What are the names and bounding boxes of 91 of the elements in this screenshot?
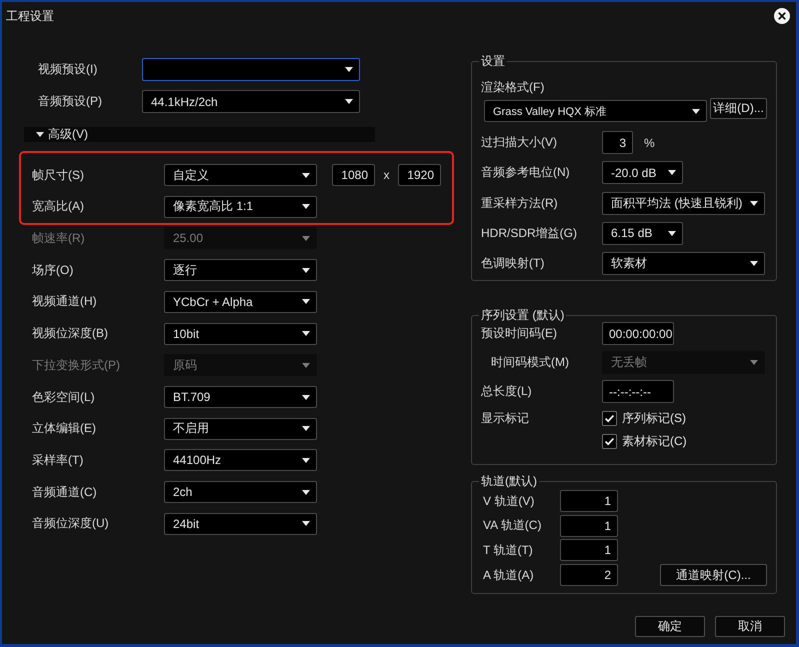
dropdown[interactable]: 44.1kHz/2ch	[142, 90, 360, 113]
caret-icon	[302, 521, 310, 526]
caret-icon	[302, 458, 310, 463]
dropdown[interactable]: BT.709	[164, 386, 317, 408]
caret-icon	[302, 426, 310, 432]
checkbox[interactable]: 素材标记(C)	[602, 434, 687, 449]
field-label: 时间码模式(M)	[490, 354, 570, 371]
checkbox-icon	[602, 411, 617, 426]
caret-icon	[302, 490, 310, 495]
input-field[interactable]: 1080	[332, 164, 375, 186]
window-title: 工程设置	[6, 8, 54, 24]
dropdown[interactable]: 自定义	[164, 164, 317, 186]
group-title: 轨道(默认)	[479, 474, 539, 488]
dropdown[interactable]: Grass Valley HQX 标准	[484, 100, 707, 122]
ok-button[interactable]: 确定	[635, 616, 705, 638]
dropdown[interactable]: 不启用	[164, 418, 317, 440]
field-label: 场序(O)	[32, 262, 74, 279]
input-field[interactable]: 2	[560, 564, 618, 586]
field-label: 预设时间码(E)	[481, 325, 558, 342]
field-label: 视频预设(I)	[38, 61, 98, 78]
input-field[interactable]: --:--:--:--	[602, 380, 674, 403]
close-icon	[778, 12, 786, 20]
field-label: 立体编辑(E)	[32, 420, 97, 438]
cancel-button[interactable]: 取消	[715, 616, 785, 638]
caret-icon	[668, 170, 676, 176]
input-field[interactable]: 3	[602, 131, 633, 154]
caret-icon	[302, 268, 310, 273]
caret-icon	[302, 299, 310, 304]
dropdown[interactable]: 24bit	[164, 512, 317, 535]
dimension-separator: x	[382, 168, 390, 182]
caret-icon	[750, 261, 758, 266]
caret-icon	[750, 200, 758, 206]
dropdown[interactable]: 面积平均法 (快速且锐利)	[602, 192, 765, 214]
input-field[interactable]: 1	[560, 514, 618, 537]
field-label: HDR/SDR增益(G)	[481, 224, 578, 242]
caret-icon	[302, 362, 310, 368]
dropdown[interactable]: 6.15 dB	[602, 222, 683, 245]
caret-icon	[345, 67, 353, 72]
field-label: 帧速率(R)	[32, 230, 86, 247]
dropdown[interactable]: 像素宽高比 1:1	[164, 196, 317, 218]
caret-icon	[668, 230, 676, 236]
dropdown[interactable]: 软素材	[602, 252, 765, 275]
dropdown[interactable]: 2ch	[164, 481, 317, 504]
field-label: 重采样方法(R)	[481, 194, 559, 212]
field-label: A 轨道(A)	[482, 566, 535, 584]
caret-icon	[692, 108, 700, 114]
field-label: 显示标记	[481, 411, 530, 426]
dropdown[interactable]: 44100Hz	[164, 449, 317, 472]
channel-map-button[interactable]: 通道映射(C)...	[660, 564, 767, 586]
field-label: 渲染格式(F)	[481, 80, 546, 94]
input-field[interactable]: 00:00:00:00	[602, 322, 674, 345]
field-label: 帧尺寸(S)	[32, 166, 85, 184]
caret-icon	[302, 204, 310, 210]
field-label: 音频参考电位(N)	[481, 164, 571, 182]
field-label: 宽高比(A)	[32, 198, 85, 216]
field-label: 音频通道(C)	[32, 484, 98, 501]
field-label: 视频位深度(B)	[32, 325, 109, 342]
checkbox-icon	[602, 434, 617, 449]
field-label: 过扫描大小(V)	[481, 134, 558, 151]
close-button[interactable]	[774, 8, 790, 24]
input-field[interactable]: 1	[560, 490, 618, 512]
dropdown[interactable]: -20.0 dB	[602, 161, 683, 184]
field-label: 总长度(L)	[481, 383, 533, 400]
field-label: 采样率(T)	[32, 452, 84, 469]
details-button[interactable]: 详细(D)...	[710, 98, 767, 119]
field-label: 音频位深度(U)	[32, 515, 110, 532]
group-title: 设置	[479, 54, 507, 68]
dropdown[interactable]: 逐行	[164, 259, 317, 282]
field-label: T 轨道(T)	[482, 542, 534, 559]
caret-icon	[302, 331, 310, 336]
input-field[interactable]: 1	[560, 539, 618, 562]
field-label: VA 轨道(C)	[482, 517, 542, 534]
caret-icon	[302, 172, 310, 178]
field-label: 音频预设(P)	[38, 93, 103, 110]
dropdown[interactable]	[142, 58, 360, 81]
caret-icon	[302, 394, 310, 400]
unit-label: %	[644, 136, 655, 150]
dropdown[interactable]: YCbCr + Alpha	[164, 290, 317, 313]
field-label: 色调映射(T)	[481, 255, 546, 272]
dropdown[interactable]: 10bit	[164, 322, 317, 345]
group-title: 序列设置 (默认)	[479, 308, 566, 322]
field-label: V 轨道(V)	[482, 492, 536, 510]
field-label: 色彩空间(L)	[32, 388, 96, 406]
input-field[interactable]: 1920	[398, 164, 441, 186]
caret-icon	[345, 99, 353, 104]
field-label: 视频通道(H)	[32, 293, 98, 310]
caret-icon	[750, 360, 758, 365]
caret-icon	[302, 236, 310, 241]
checkbox[interactable]: 序列标记(S)	[602, 411, 686, 426]
section-header[interactable]: 高级(V)	[24, 127, 375, 142]
field-label: 下拉变换形式(P)	[32, 356, 121, 374]
